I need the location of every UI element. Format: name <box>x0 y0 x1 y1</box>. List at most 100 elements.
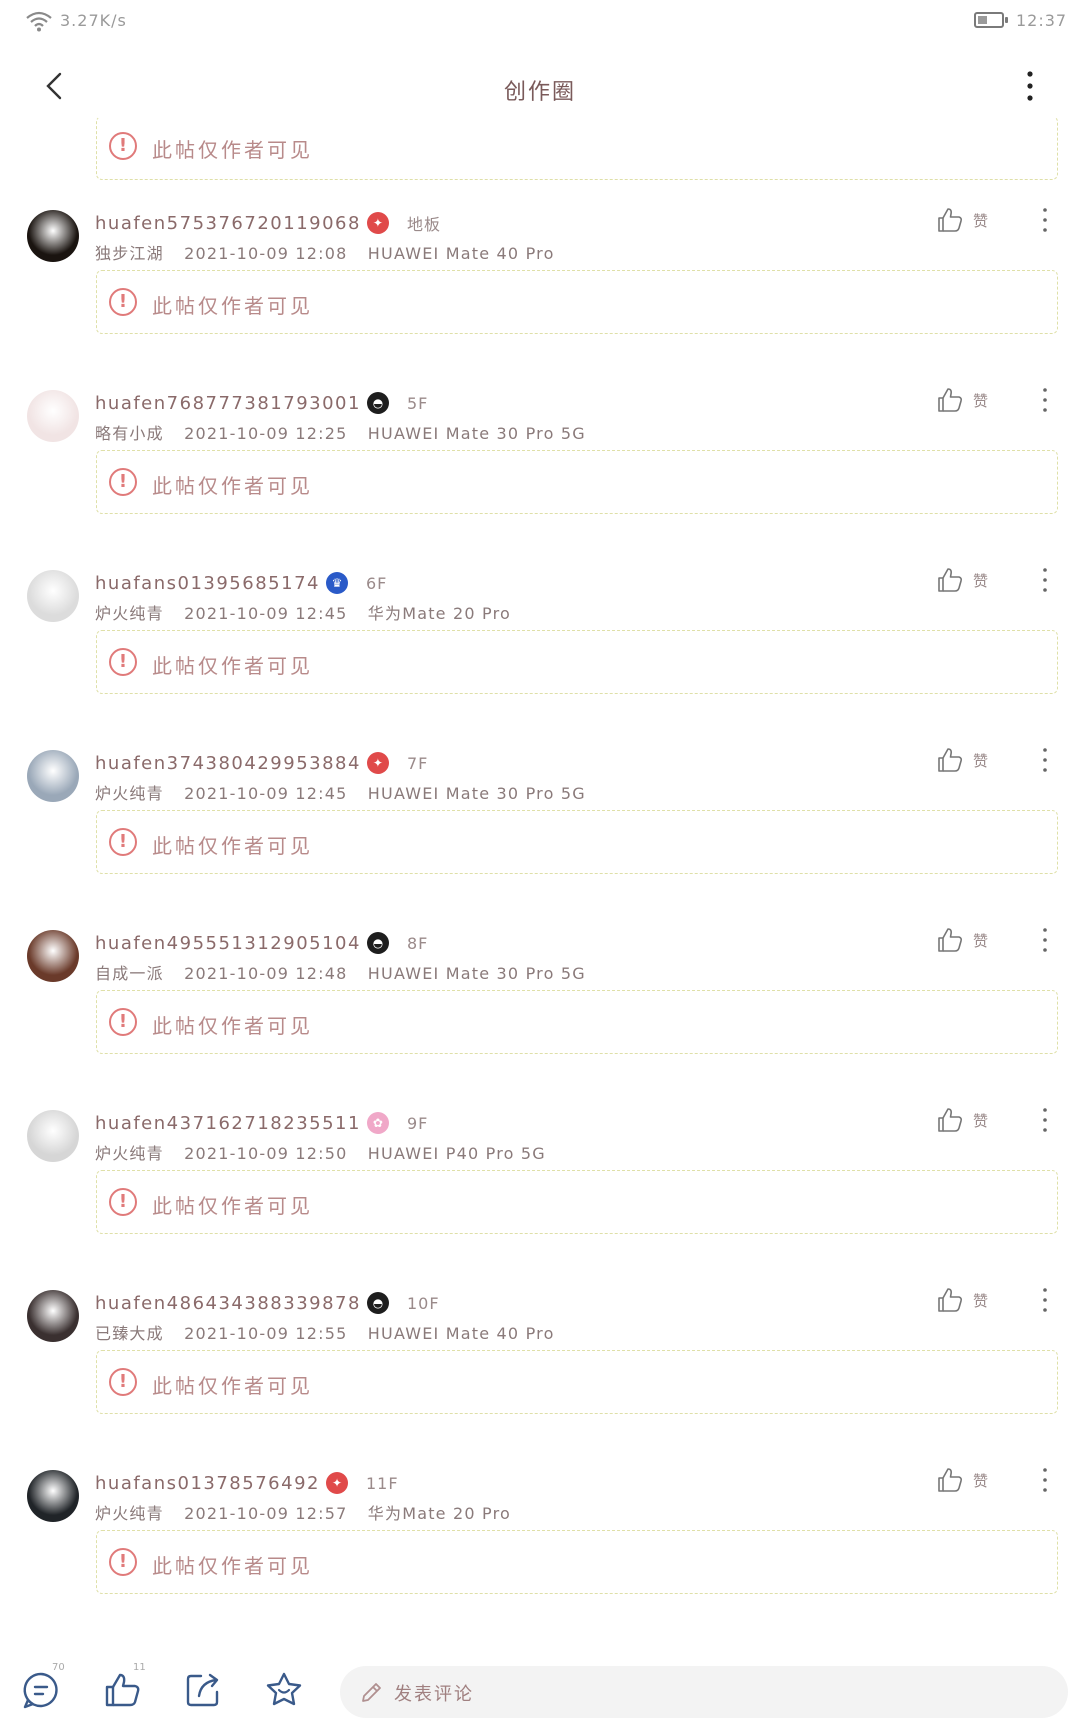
warning-icon: ! <box>109 648 137 676</box>
like-button[interactable]: 赞 <box>936 746 988 774</box>
like-button[interactable]: 赞 <box>936 926 988 954</box>
user-rank: 炉火纯青 <box>95 784 164 803</box>
username-row: huafans01395685174 ♛ 6F <box>95 570 387 596</box>
hidden-post-text: 此帖仅作者可见 <box>152 834 313 858</box>
wifi-icon <box>26 11 52 32</box>
level-badge-icon: ✦ <box>325 1472 348 1494</box>
comment-count: 70 <box>52 1662 65 1673</box>
meta-row: 略有小成 2021-10-09 12:25 HUAWEI Mate 30 Pro… <box>95 420 600 444</box>
like-icon[interactable] <box>102 1670 142 1710</box>
avatar[interactable] <box>27 930 79 982</box>
level-badge-icon: ✦ <box>366 752 389 774</box>
more-vertical-icon[interactable] <box>1040 386 1050 414</box>
level-badge-icon: ✿ <box>366 1112 389 1134</box>
post-time: 2021-10-09 12:45 <box>184 784 348 803</box>
thumbs-up-icon <box>938 1288 963 1312</box>
username[interactable]: huafans01378576492 <box>95 1473 320 1494</box>
thumbs-up-icon <box>938 928 963 952</box>
like-button[interactable]: 赞 <box>936 1466 988 1494</box>
like-label: 赞 <box>973 1291 989 1310</box>
comment-item: huafans01378576492 ✦ 11F 炉火纯青 2021-10-09… <box>0 1468 1080 1650</box>
floor-label: 11F <box>365 1473 399 1493</box>
username[interactable]: huafen495551312905104 <box>95 933 361 954</box>
avatar[interactable] <box>27 1470 79 1522</box>
warning-icon: ! <box>109 468 137 496</box>
meta-row: 炉火纯青 2021-10-09 12:45 HUAWEI Mate 30 Pro… <box>95 780 600 804</box>
device-name: 华为Mate 20 Pro <box>367 1504 512 1523</box>
avatar[interactable] <box>27 570 79 622</box>
hidden-post-text: 此帖仅作者可见 <box>152 654 313 678</box>
avatar[interactable] <box>27 1290 79 1342</box>
hidden-post-notice: ! 此帖仅作者可见 <box>96 630 1058 694</box>
device-name: 华为Mate 20 Pro <box>367 604 512 623</box>
warning-icon: ! <box>109 288 137 316</box>
username-row: huafen437162718235511 ✿ 9F <box>95 1110 428 1136</box>
more-vertical-icon[interactable] <box>1040 206 1050 234</box>
hidden-post-text: 此帖仅作者可见 <box>152 294 313 318</box>
user-rank: 略有小成 <box>95 424 164 443</box>
username[interactable]: huafen374380429953884 <box>95 753 361 774</box>
warning-icon: ! <box>109 1368 137 1396</box>
username-row: huafen374380429953884 ✦ 7F <box>95 750 428 776</box>
more-vertical-icon[interactable] <box>1040 926 1050 954</box>
like-button[interactable]: 赞 <box>936 1286 988 1314</box>
like-button[interactable]: 赞 <box>936 206 988 234</box>
share-icon[interactable] <box>183 1670 223 1710</box>
like-button[interactable]: 赞 <box>936 566 988 594</box>
more-vertical-icon[interactable] <box>1018 66 1042 106</box>
page-title: 创作圈 <box>503 80 576 105</box>
like-label: 赞 <box>973 211 989 230</box>
level-badge-icon: ♛ <box>325 572 348 594</box>
floor-label: 8F <box>406 933 429 953</box>
hidden-post-text: 此帖仅作者可见 <box>152 1374 313 1398</box>
favorite-icon[interactable] <box>264 1670 304 1710</box>
warning-icon: ! <box>109 1548 137 1576</box>
username-row: huafen486434388339878 ◓ 10F <box>95 1290 440 1316</box>
thumbs-up-icon <box>938 1468 963 1492</box>
device-name: HUAWEI P40 Pro 5G <box>367 1144 546 1163</box>
post-time: 2021-10-09 12:55 <box>184 1324 348 1343</box>
meta-row: 炉火纯青 2021-10-09 12:50 HUAWEI P40 Pro 5G <box>95 1140 560 1164</box>
floor-label: 5F <box>406 393 429 413</box>
username[interactable]: huafen575376720119068 <box>95 213 361 234</box>
meta-row: 炉火纯青 2021-10-09 12:57 华为Mate 20 Pro <box>95 1500 525 1524</box>
username[interactable]: huafen486434388339878 <box>95 1293 361 1314</box>
like-button[interactable]: 赞 <box>936 1106 988 1134</box>
more-vertical-icon[interactable] <box>1040 746 1050 774</box>
hidden-post-text: 此帖仅作者可见 <box>152 1014 313 1038</box>
meta-row: 炉火纯青 2021-10-09 12:45 华为Mate 20 Pro <box>95 600 525 624</box>
hidden-post-notice: ! 此帖仅作者可见 <box>96 116 1058 180</box>
username[interactable]: huafen768777381793001 <box>95 393 361 414</box>
comment-icon[interactable] <box>21 1670 61 1710</box>
comment-input[interactable]: 发表评论 <box>340 1666 1068 1718</box>
user-rank: 独步江湖 <box>95 244 164 263</box>
hidden-post-notice: ! 此帖仅作者可见 <box>96 1350 1058 1414</box>
meta-row: 自成一派 2021-10-09 12:48 HUAWEI Mate 30 Pro… <box>95 960 600 984</box>
avatar[interactable] <box>27 390 79 442</box>
more-vertical-icon[interactable] <box>1040 1106 1050 1134</box>
device-name: HUAWEI Mate 30 Pro 5G <box>367 784 586 803</box>
like-label: 赞 <box>973 571 989 590</box>
username-row: huafen495551312905104 ◓ 8F <box>95 930 428 956</box>
hidden-post-text: 此帖仅作者可见 <box>152 138 313 162</box>
like-count: 11 <box>133 1662 146 1673</box>
avatar[interactable] <box>27 210 79 262</box>
username[interactable]: huafen437162718235511 <box>95 1113 361 1134</box>
comment-item: huafen437162718235511 ✿ 9F 炉火纯青 2021-10-… <box>0 1108 1080 1290</box>
hidden-post-notice: ! 此帖仅作者可见 <box>96 990 1058 1054</box>
more-vertical-icon[interactable] <box>1040 566 1050 594</box>
more-vertical-icon[interactable] <box>1040 1286 1050 1314</box>
username[interactable]: huafans01395685174 <box>95 573 320 594</box>
hidden-post-notice: ! 此帖仅作者可见 <box>96 810 1058 874</box>
thumbs-up-icon <box>938 748 963 772</box>
more-vertical-icon[interactable] <box>1040 1466 1050 1494</box>
thumbs-up-icon <box>938 568 963 592</box>
like-label: 赞 <box>973 1471 989 1490</box>
level-badge-icon: ◓ <box>366 392 389 414</box>
status-time: 12:37 <box>1016 11 1068 30</box>
avatar[interactable] <box>27 1110 79 1162</box>
username-row: huafen575376720119068 ✦ 地板 <box>95 210 441 236</box>
avatar[interactable] <box>27 750 79 802</box>
like-button[interactable]: 赞 <box>936 386 988 414</box>
hidden-post-text: 此帖仅作者可见 <box>152 1554 313 1578</box>
